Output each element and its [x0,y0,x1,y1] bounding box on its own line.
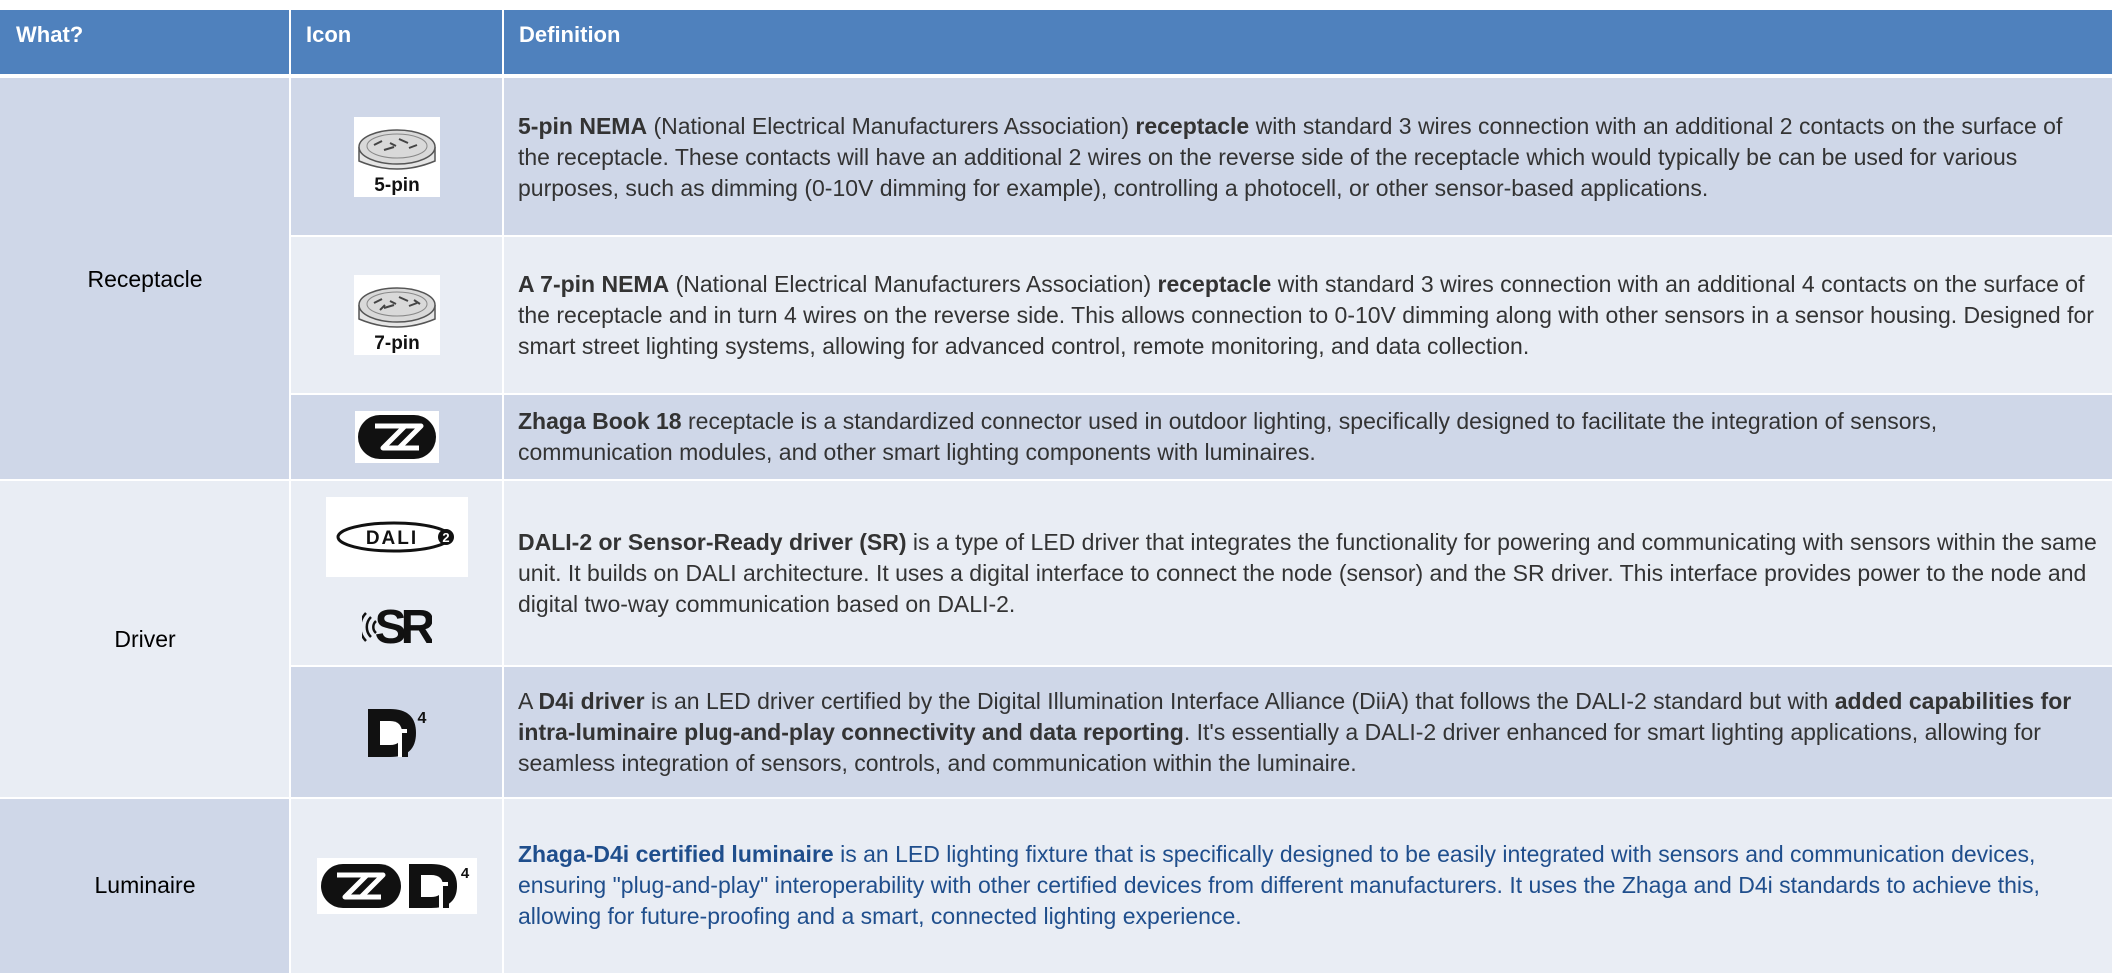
definition-d4i: A D4i driver is an LED driver certified … [503,666,2112,798]
row-divider-2 [290,393,2112,395]
zhaga-term: Zhaga Book 18 [518,408,682,434]
dali-term: DALI-2 or Sensor-Ready driver (SR) [518,528,907,555]
luminaire-term: Zhaga-D4i certified luminaire [518,841,834,867]
sensor-ready-icon: SR [361,593,432,649]
nema7-receptacle-icon: 7-pin [353,275,440,355]
nema5-term-receptacle: receptacle [1135,112,1250,139]
group-driver: Driver [0,480,290,798]
row-divider-1 [290,235,2112,237]
d4i-text-1: is an LED driver certified by the Digita… [644,687,1835,714]
icon-cell-dali: DALI 2 SR [290,480,503,666]
definition-dali: DALI-2 or Sensor-Ready driver (SR) is a … [503,480,2112,666]
icon-cell-nema5: 5-pin [290,78,503,236]
nema5-receptacle-icon: 5-pin [353,117,440,197]
column-divider-1 [289,10,291,973]
nema7-text-1: (National Electrical Manufacturers Assoc… [669,270,1158,297]
nema7-term: A 7-pin NEMA [518,270,670,297]
group-luminaire: Luminaire [0,798,290,973]
definition-nema7: A 7-pin NEMA (National Electrical Manufa… [503,236,2112,394]
d4i-logo-icon: 4 [362,703,432,761]
nema5-icon-label: 5-pin [374,175,419,196]
group-divider-1 [0,479,2112,481]
d4i-term: D4i driver [538,687,645,714]
nema5-term: 5-pin NEMA [518,112,648,139]
header-definition: Definition [503,10,2112,74]
icon-cell-d4i: 4 [290,666,503,798]
group-divider-2 [0,797,2112,799]
group-receptacle: Receptacle [0,78,290,480]
header-what: What? [0,10,290,74]
definition-luminaire: Zhaga-D4i certified luminaire is an LED … [503,798,2112,973]
dali2-logo-icon: DALI 2 [325,497,468,577]
header-icon: Icon [290,10,503,74]
definitions-table: What? Icon Definition Receptacle Driver … [0,10,2112,973]
sr-icon-label: SR [374,601,431,649]
zhaga-logo-icon [354,411,439,463]
nema7-icon-label: 7-pin [374,333,419,354]
zhaga-d4i-logo-icon: 4 [316,857,477,914]
definition-nema5: 5-pin NEMA (National Electrical Manufact… [503,78,2112,236]
nema5-text-1: (National Electrical Manufacturers Assoc… [647,112,1136,139]
luminaire-d4i-superscript: 4 [460,865,469,882]
group-driver-label: Driver [114,625,176,652]
nema7-term-receptacle: receptacle [1157,270,1272,297]
zhaga-text-1: receptacle is a standardized connector u… [518,408,1938,465]
d4i-superscript-label: 4 [417,710,426,727]
column-divider-2 [502,10,504,973]
icon-cell-zhaga [290,394,503,480]
definition-zhaga: Zhaga Book 18 receptacle is a standardiz… [503,394,2112,480]
dali-suffix-label: 2 [442,530,449,545]
icon-cell-luminaire: 4 [290,798,503,973]
d4i-text-0: A [518,687,539,714]
group-receptacle-label: Receptacle [87,265,203,292]
group-luminaire-label: Luminaire [94,872,196,898]
row-divider-3 [290,665,2112,667]
header-divider [0,74,2112,78]
dali-icon-label: DALI [365,528,417,549]
icon-cell-nema7: 7-pin [290,236,503,394]
